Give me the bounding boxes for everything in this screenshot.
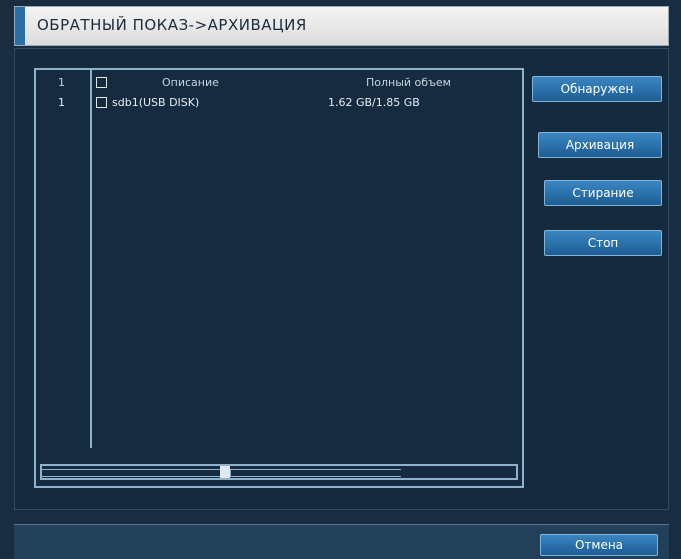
scroll-thumb[interactable] <box>220 466 230 478</box>
row-description: sdb1(USB DISK) <box>112 96 200 109</box>
row-capacity: 1.62 GB/1.85 GB <box>328 96 420 109</box>
header-capacity: Полный объем <box>366 76 451 89</box>
detect-button[interactable]: Обнаружен <box>532 76 662 102</box>
device-list[interactable]: 1 Описание Полный объем 1 sdb1(USB DISK)… <box>34 68 524 488</box>
title-bar: ОБРАТНЫЙ ПОКАЗ->АРХИВАЦИЯ <box>14 6 669 46</box>
scroll-track-right <box>230 469 401 477</box>
stop-button[interactable]: Стоп <box>544 230 662 256</box>
list-item[interactable]: 1 sdb1(USB DISK) 1.62 GB/1.85 GB <box>36 94 522 114</box>
list-header: 1 Описание Полный объем <box>36 74 522 94</box>
header-description: Описание <box>162 76 219 89</box>
title-accent <box>15 7 25 45</box>
header-index: 1 <box>58 76 65 89</box>
horizontal-scrollbar[interactable] <box>40 464 518 480</box>
row-checkbox[interactable] <box>96 97 107 108</box>
header-checkbox[interactable] <box>96 77 107 88</box>
backup-button[interactable]: Архивация <box>538 132 662 158</box>
backup-window: ОБРАТНЫЙ ПОКАЗ->АРХИВАЦИЯ 1 Описание Пол… <box>0 0 681 559</box>
row-index: 1 <box>58 96 65 109</box>
window-title: ОБРАТНЫЙ ПОКАЗ->АРХИВАЦИЯ <box>37 16 307 34</box>
scroll-track-left <box>42 469 221 477</box>
column-divider <box>90 70 92 448</box>
erase-button[interactable]: Стирание <box>544 180 662 206</box>
cancel-button[interactable]: Отмена <box>540 534 658 556</box>
